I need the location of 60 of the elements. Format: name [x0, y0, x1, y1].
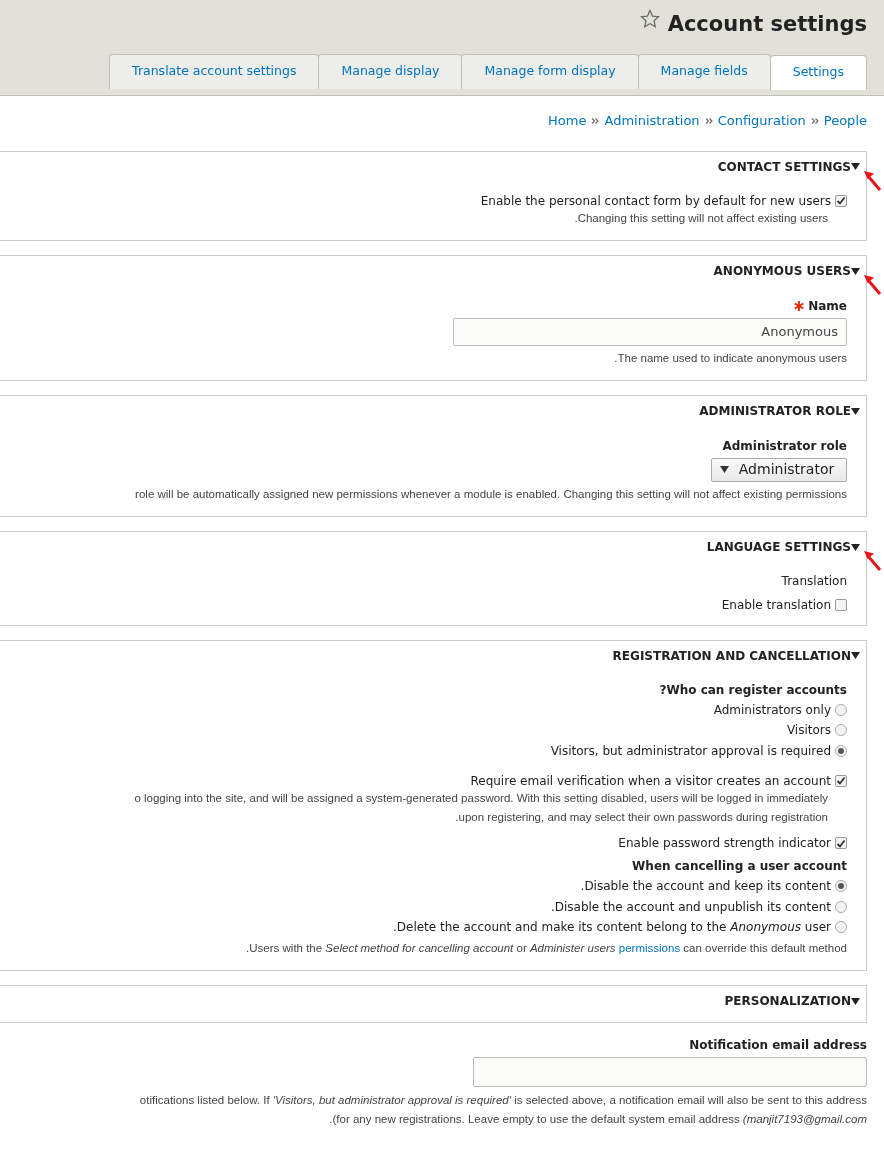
radio-button[interactable]	[835, 880, 847, 893]
tab[interactable]: Manage display	[318, 54, 463, 90]
check-icon	[836, 838, 846, 848]
section-title[interactable]: LANGUAGE SETTINGS	[706, 539, 851, 556]
section-title[interactable]: ADMINISTRATOR ROLE	[699, 403, 851, 420]
breadcrumb-link[interactable]: Configuration	[717, 112, 806, 130]
checkbox[interactable]	[835, 774, 847, 787]
name-input[interactable]: Anonymous	[453, 317, 847, 346]
email-input[interactable]	[473, 1056, 867, 1087]
chevron-icon	[810, 116, 819, 125]
chevron-icon	[591, 116, 600, 125]
checkbox-label: Enable the personal contact form by default for new users	[480, 192, 831, 209]
checkbox-label: Require email verification when a visitor creates an account	[470, 772, 831, 789]
breadcrumb-link[interactable]: Administration	[604, 112, 700, 130]
tab[interactable]: Manage fields	[637, 54, 771, 90]
checkbox[interactable]	[835, 598, 847, 611]
checkbox[interactable]	[835, 194, 847, 207]
radio-label: .Disable the account and keep its content	[580, 878, 831, 895]
check-icon	[836, 196, 846, 206]
checkbox-label: Enable translation	[721, 596, 831, 613]
star-icon	[639, 8, 660, 29]
breadcrumb-link[interactable]: People	[823, 112, 867, 130]
field-description: role will be automatically assigned new permissions whenever a module is enabled. Changing this setting will not affect existing permissions	[135, 486, 847, 502]
radio-label: Visitors	[786, 722, 831, 739]
field-description: .The name used to indicate anonymous users	[614, 350, 847, 366]
field-description: o logging into the site, and will be assigned a system-generated password. With this setting disabled, users will be logged in immediately .upon registering, and may select their own passwords during registration	[134, 790, 829, 826]
page-title: Account settings	[667, 11, 867, 38]
radio-button[interactable]	[835, 724, 847, 737]
caret-icon	[720, 464, 729, 474]
field-description: .Users with the Select method for cancelling account or Administer users permissions can override this default method	[246, 940, 847, 956]
checkbox-label: Enable password strength indicator	[618, 835, 831, 852]
permissions-link[interactable]: permissions	[618, 941, 681, 954]
section-title[interactable]: REGISTRATION AND CANCELLATION	[612, 647, 851, 664]
breadcrumb-link[interactable]: Home	[548, 112, 587, 130]
group-label: When cancelling a user account	[632, 858, 847, 875]
check-icon	[836, 776, 846, 786]
group-label: ?Who can register accounts	[659, 681, 847, 699]
field-label: Notification email address	[689, 1036, 867, 1053]
role-select[interactable]: Administrator	[711, 457, 847, 482]
field-description: otifications listed below. If 'Visitors, but administrator approval is required' is selected above, a notification email will also be sent to this address .(for any new registrations. Leave empty to use the default system email address (manjit7193@gmail.com	[139, 1092, 867, 1128]
radio-label: .Disable the account and unpublish its content	[550, 898, 831, 915]
section-title[interactable]: CONTACT SETTINGS	[717, 158, 851, 175]
chevron-icon	[704, 116, 713, 125]
checkbox[interactable]	[835, 837, 847, 850]
tab[interactable]: Settings	[769, 55, 867, 91]
section-title[interactable]: ANONYMOUS USERS	[713, 263, 851, 280]
field-description: .Changing this setting will not affect existing users	[574, 210, 829, 226]
tab[interactable]: Translate account settings	[109, 54, 320, 90]
section-title[interactable]: PERSONALIZATION	[724, 993, 851, 1010]
field-label: Name	[808, 297, 847, 314]
field-label: Translation	[781, 573, 847, 590]
radio-label: Visitors, but administrator approval is required	[550, 742, 831, 759]
radio-label: Administrators only	[713, 702, 831, 719]
field-label: Administrator role	[722, 437, 847, 454]
tab[interactable]: Manage form display	[461, 54, 639, 90]
radio-label: .Delete the account and make its content belong to the Anonymous user	[392, 918, 831, 935]
radio-button[interactable]	[835, 920, 847, 933]
radio-button[interactable]	[835, 704, 847, 717]
radio-button[interactable]	[835, 900, 847, 913]
radio-button[interactable]	[835, 744, 847, 757]
